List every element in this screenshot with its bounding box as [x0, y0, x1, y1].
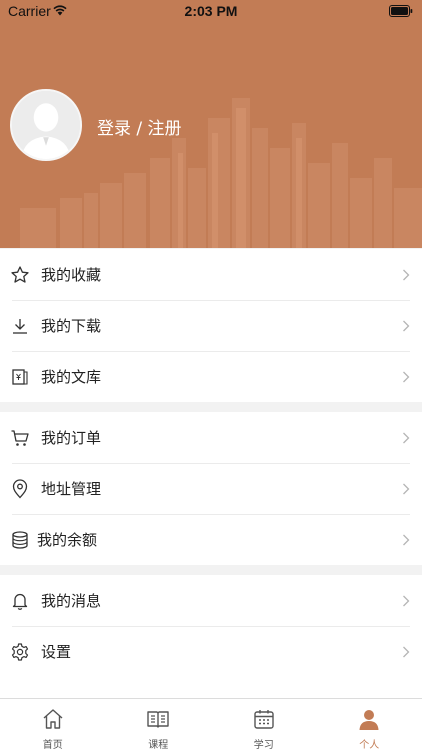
menu-item-orders[interactable]: 我的订单 [0, 412, 422, 463]
menu-item-address[interactable]: 地址管理 [0, 463, 422, 514]
menu-item-messages[interactable]: 我的消息 [0, 575, 422, 626]
database-icon [12, 530, 28, 549]
book-icon [147, 711, 169, 728]
menu-item-label: 地址管理 [41, 480, 102, 498]
menu-section-1: 我的收藏 我的下载 我的文库 [0, 249, 422, 402]
calendar-icon [254, 710, 274, 729]
default-avatar-icon [12, 91, 80, 159]
home-icon [43, 709, 63, 729]
avatar[interactable] [10, 89, 82, 161]
status-bar: Carrier 2:03 PM [0, 0, 422, 22]
person-icon [359, 710, 379, 730]
cart-icon [11, 429, 29, 446]
menu-item-label: 我的收藏 [41, 266, 102, 284]
tab-label: 个人 [359, 740, 380, 750]
chevron-right-icon [403, 269, 410, 280]
battery-icon [389, 5, 413, 17]
download-icon [13, 318, 27, 334]
chevron-right-icon [403, 483, 410, 494]
chevron-right-icon [403, 646, 410, 657]
location-pin-icon [12, 478, 28, 498]
status-time: 2:03 PM [184, 3, 238, 19]
chevron-right-icon [403, 595, 410, 606]
menu-item-favorites[interactable]: 我的收藏 [0, 249, 422, 300]
library-book-icon [12, 368, 28, 385]
chevron-right-icon [403, 371, 410, 382]
gear-icon [11, 642, 29, 661]
tab-courses[interactable]: 课程 [106, 699, 212, 750]
menu-item-label: 我的余额 [37, 531, 98, 549]
star-icon [11, 265, 29, 283]
tab-label: 首页 [42, 740, 63, 750]
tab-home[interactable]: 首页 [0, 699, 106, 750]
tab-label: 学习 [253, 740, 274, 750]
menu-item-label: 设置 [41, 643, 72, 661]
bell-icon [12, 593, 28, 610]
menu-section-2: 我的订单 地址管理 我的余额 [0, 412, 422, 565]
menu-section-3: 我的消息 设置 [0, 575, 422, 698]
tab-label: 课程 [148, 740, 169, 750]
chevron-right-icon [403, 432, 410, 443]
chevron-right-icon [403, 320, 410, 331]
profile-header: Carrier 2:03 PM 登录 / 注册 [0, 0, 422, 248]
login-register-link[interactable]: 登录 / 注册 [97, 114, 182, 139]
menu-item-label: 我的下载 [41, 317, 102, 335]
chevron-right-icon [403, 534, 410, 545]
menu-item-settings[interactable]: 设置 [0, 626, 422, 677]
menu-item-library[interactable]: 我的文库 [0, 351, 422, 402]
menu-item-label: 我的消息 [41, 592, 102, 610]
menu-item-downloads[interactable]: 我的下载 [0, 300, 422, 351]
bottom-tab-bar: 首页 课程 学习 个人 [0, 698, 422, 750]
menu-item-label: 我的文库 [41, 368, 102, 386]
tab-personal[interactable]: 个人 [317, 699, 422, 750]
tab-study[interactable]: 学习 [211, 699, 317, 750]
menu-item-balance[interactable]: 我的余额 [0, 514, 422, 565]
menu-item-label: 我的订单 [41, 429, 102, 447]
